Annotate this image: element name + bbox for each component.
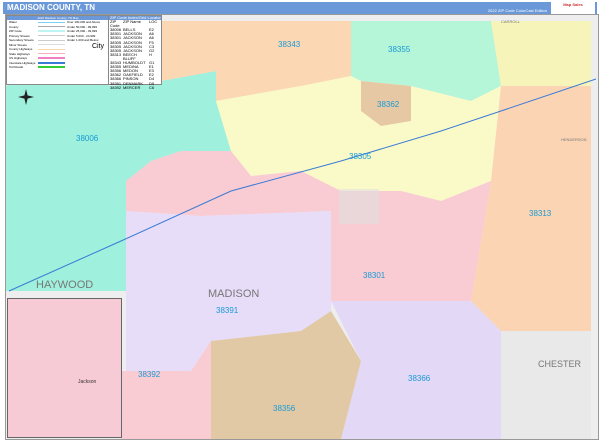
legend-item: County Highways xyxy=(9,47,33,52)
zip-label: 38355 xyxy=(388,45,411,54)
zip-area-chester xyxy=(501,331,591,439)
zip-table-row: 38392 MERCER C6 xyxy=(109,84,161,90)
jackson-inset-map[interactable]: Jackson xyxy=(7,298,122,438)
zip-label: 38301 xyxy=(363,271,386,280)
legend-item: Secondary Streets xyxy=(9,38,34,43)
zip-label: 38313 xyxy=(529,209,552,218)
legend-item: Water xyxy=(9,20,17,25)
zip-area-carroll xyxy=(491,21,591,86)
header-bar: MADISON COUNTY, TN 2022 ZIP Code ColorCa… xyxy=(3,2,597,14)
county-label: HAYWOOD xyxy=(36,279,93,291)
legend: 2022 Madison County, TN Map Water County… xyxy=(6,15,110,85)
county-label: CARROLL xyxy=(501,19,521,24)
logo: Map Sales xyxy=(551,2,595,14)
zip-label: 38356 xyxy=(273,404,296,413)
legend-item: Primary Streets xyxy=(9,33,30,38)
inset-label: Jackson xyxy=(78,379,97,385)
county-label: CHESTER xyxy=(538,359,582,369)
county-label: HENDERSON xyxy=(561,137,587,142)
zip-table-cell: C6 xyxy=(149,84,155,90)
legend-item: ZIP Code xyxy=(9,29,22,34)
zip-label: 38343 xyxy=(278,40,301,49)
legend-item: Minor Streets xyxy=(9,42,27,47)
zip-label: 38362 xyxy=(377,100,400,109)
legend-item: County xyxy=(9,24,19,29)
legend-item: Interstate Highways xyxy=(9,60,36,65)
map-title: MADISON COUNTY, TN xyxy=(7,3,95,12)
legend-item: US Highways xyxy=(9,56,28,61)
legend-item: Toll Roads xyxy=(9,65,24,70)
zip-label: 38391 xyxy=(216,306,239,315)
zip-label: 38006 xyxy=(76,134,99,143)
zip-label: 38305 xyxy=(349,152,372,161)
edition-label: 2022 ZIP Code ColorCast Edition xyxy=(487,8,547,13)
logo-text: Map Sales xyxy=(563,2,583,7)
zip-label: 38392 xyxy=(138,370,161,379)
zip-label: 38366 xyxy=(408,374,431,383)
zip-index-table: ZIP Code Index/Grid Locator ZIP Code ZIP … xyxy=(108,15,162,89)
county-label: MADISON xyxy=(208,288,259,300)
legend-item: State Highways xyxy=(9,51,30,56)
city-glyph: City xyxy=(91,42,104,50)
jackson-city xyxy=(339,189,379,224)
zip-table-cell: MERCER xyxy=(123,84,141,90)
zip-table-cell: 38392 xyxy=(110,84,122,90)
